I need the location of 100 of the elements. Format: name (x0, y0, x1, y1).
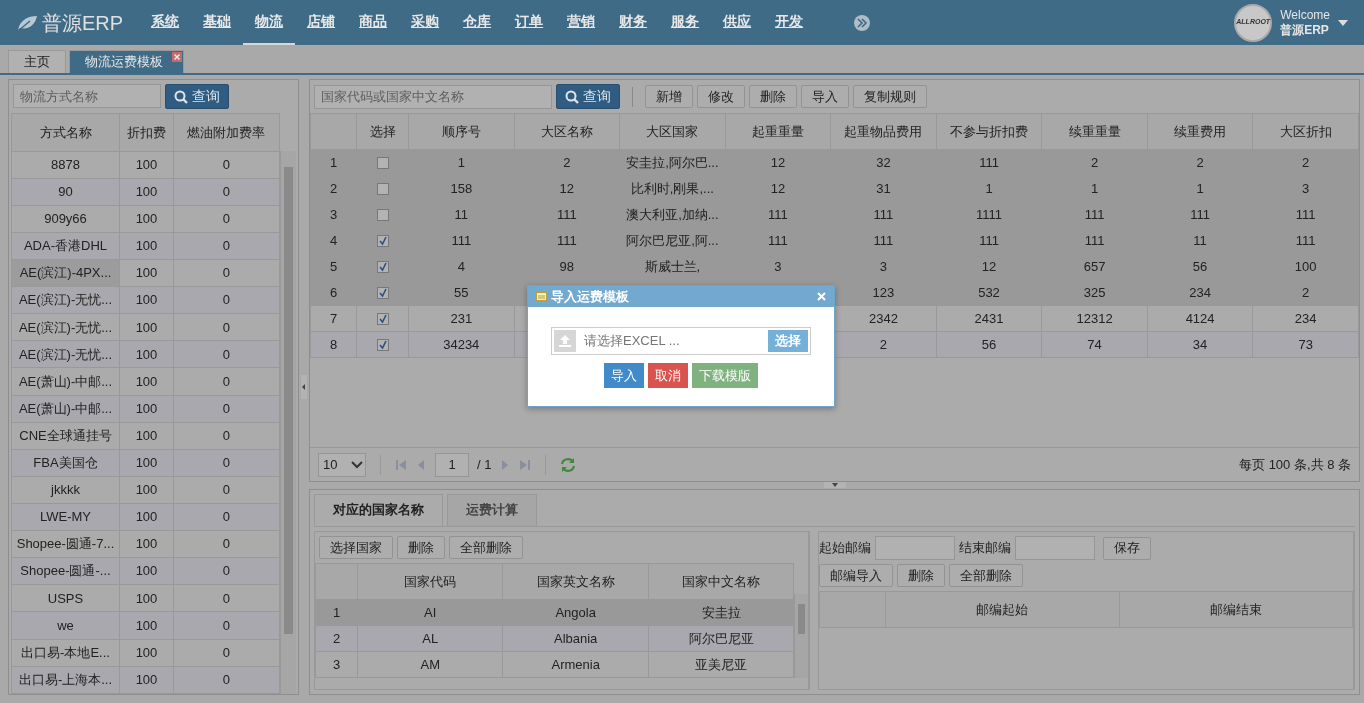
search-field[interactable]: 物流方式名称 (13, 84, 161, 108)
table-row[interactable]: AE(滨江)-无忧... 100 0 (11, 340, 280, 368)
table-row[interactable]: AE(滨江)-4PX... 100 0 (11, 259, 280, 287)
search-button[interactable]: 查询 (165, 84, 229, 109)
nav-item[interactable]: 订单 (503, 0, 556, 45)
table-cell: 0 (173, 286, 280, 314)
nav-item[interactable]: 系统 (139, 0, 192, 45)
table-row[interactable]: 3 11 111 澳大利亚,加纳... 111 111 1111 111 111 111 (310, 201, 1359, 228)
page-tab[interactable]: 主页 (8, 50, 66, 73)
table-row[interactable]: AE(滨江)-无忧... 100 0 (11, 313, 280, 341)
table-row[interactable]: 909y66 100 0 (11, 205, 280, 233)
table-row[interactable]: 1 1 2 安圭拉,阿尔巴... 12 32 111 2 2 2 (310, 149, 1359, 176)
table-row[interactable]: 2 AL Albania 阿尔巴尼亚 (315, 625, 794, 652)
table-row[interactable]: we 100 0 (11, 611, 280, 639)
postcode-end-field[interactable] (1015, 536, 1095, 560)
dialog-button[interactable]: 取消 (648, 363, 688, 388)
table-row[interactable]: jkkkk 100 0 (11, 476, 280, 504)
toolbar-button[interactable]: 删除 (397, 536, 445, 559)
toolbar-button[interactable]: 导入 (801, 85, 849, 108)
toolbar-button[interactable]: 全部删除 (949, 564, 1023, 587)
nav-item[interactable]: 基础 (191, 0, 244, 45)
collapse-icon[interactable] (823, 482, 846, 488)
nav-item[interactable]: 供应 (711, 0, 764, 45)
close-icon[interactable] (172, 52, 182, 62)
nav-item[interactable]: 店铺 (295, 0, 348, 45)
table-row[interactable]: AE(萧山)-中邮... 100 0 (11, 395, 280, 423)
table-row[interactable]: 8878 100 0 (11, 151, 280, 179)
nav-item[interactable]: 开发 (763, 0, 816, 45)
table-row[interactable]: 5 4 98 斯威士兰, 3 3 12 657 56 100 (310, 253, 1359, 280)
nav-item[interactable]: 财务 (607, 0, 660, 45)
toolbar-button[interactable]: 修改 (697, 85, 745, 108)
toolbar-button[interactable]: 全部删除 (449, 536, 523, 559)
save-button[interactable]: 保存 (1103, 536, 1151, 560)
nav-item[interactable]: 营销 (555, 0, 608, 45)
checkbox[interactable] (376, 183, 389, 196)
row-number: 1 (310, 149, 357, 176)
checkbox[interactable] (376, 339, 389, 352)
table-row[interactable]: 4 111 111 阿尔巴尼亚,阿... 111 111 111 111 11 111 (310, 227, 1359, 254)
table-cell: 111 (936, 227, 1042, 254)
checkbox[interactable] (376, 209, 389, 222)
table-cell: 3 (830, 253, 937, 280)
postcode-start-field[interactable] (875, 536, 955, 560)
collapse-icon[interactable] (301, 375, 307, 399)
user-name[interactable]: 普源ERP (1280, 22, 1330, 38)
table-row[interactable]: 3 AM Armenia 亚美尼亚 (315, 651, 794, 678)
checkbox[interactable] (376, 287, 389, 300)
toolbar-button[interactable]: 删除 (749, 85, 797, 108)
toolbar-button[interactable]: 复制规则 (853, 85, 927, 108)
caret-icon[interactable] (1338, 19, 1348, 26)
toolbar-button[interactable]: 选择国家 (319, 536, 393, 559)
refresh-icon[interactable] (560, 456, 577, 473)
nav-item[interactable]: 物流 (243, 0, 296, 45)
search-icon (565, 89, 579, 104)
search-button[interactable]: 查询 (556, 84, 620, 109)
nav-item[interactable]: 服务 (659, 0, 712, 45)
checkbox[interactable] (376, 313, 389, 326)
scrollbar[interactable] (794, 594, 808, 678)
check-icon (377, 314, 388, 325)
table-cell: 234 (1252, 305, 1359, 332)
logo-text: 普源ERP (42, 10, 124, 36)
table-row[interactable]: CNE全球通挂号 100 0 (11, 422, 280, 450)
expand-icon[interactable] (853, 13, 872, 32)
table-row[interactable]: AE(萧山)-中邮... 100 0 (11, 367, 280, 396)
checkbox[interactable] (376, 235, 389, 248)
table-row[interactable]: FBA美国仓 100 0 (11, 449, 280, 477)
search-field[interactable]: 国家代码或国家中文名称 (314, 84, 552, 109)
table-row[interactable]: USPS 100 0 (11, 584, 280, 612)
panel-tab[interactable]: 运费计算 (447, 494, 537, 526)
dialog-button[interactable]: 导入 (604, 363, 644, 388)
nav-item[interactable]: 采购 (399, 0, 452, 45)
table-cell: AE(滨江)-无忧... (11, 313, 120, 341)
table-row[interactable]: Shopee-圆通-... 100 0 (11, 557, 280, 585)
checkbox[interactable] (376, 261, 389, 274)
page-size-select[interactable]: 10 (318, 452, 366, 477)
last-page-icon[interactable] (519, 458, 532, 471)
table-row[interactable]: 出口易-上海本... 100 0 (11, 666, 280, 694)
column-header: 起重重量 (725, 113, 831, 150)
table-row[interactable]: 1 AI Angola 安圭拉 (315, 599, 794, 626)
toolbar-button[interactable]: 邮编导入 (819, 564, 893, 587)
table-cell: 111 (1041, 201, 1148, 228)
table-cell: 出口易-上海本... (11, 666, 120, 694)
table-row[interactable]: 2 158 12 比利时,刚果,... 12 31 1 1 1 3 (310, 175, 1359, 202)
table-cell: 0 (173, 503, 280, 531)
table-row[interactable]: ADA-香港DHL 100 0 (11, 232, 280, 260)
toolbar-button[interactable]: 新增 (645, 85, 693, 108)
table-cell: 2431 (936, 305, 1042, 332)
table-row[interactable]: 出口易-本地E... 100 0 (11, 639, 280, 667)
page-number-field[interactable]: 1 (435, 452, 469, 477)
table-row[interactable]: 90 100 0 (11, 178, 280, 206)
nav-item[interactable]: 商品 (347, 0, 400, 45)
table-cell: AE(滨江)-4PX... (11, 259, 120, 287)
nav-item[interactable]: 仓库 (451, 0, 504, 45)
table-row[interactable]: AE(滨江)-无忧... 100 0 (11, 286, 280, 314)
page-tab[interactable]: 物流运费模板 (69, 50, 184, 73)
toolbar-button[interactable]: 删除 (897, 564, 945, 587)
panel-tab[interactable]: 对应的国家名称 (314, 494, 443, 526)
table-row[interactable]: Shopee-圆通-7... 100 0 (11, 530, 280, 558)
first-page-icon[interactable] (395, 458, 407, 471)
table-row[interactable]: LWE-MY 100 0 (11, 503, 280, 531)
checkbox[interactable] (376, 157, 389, 170)
